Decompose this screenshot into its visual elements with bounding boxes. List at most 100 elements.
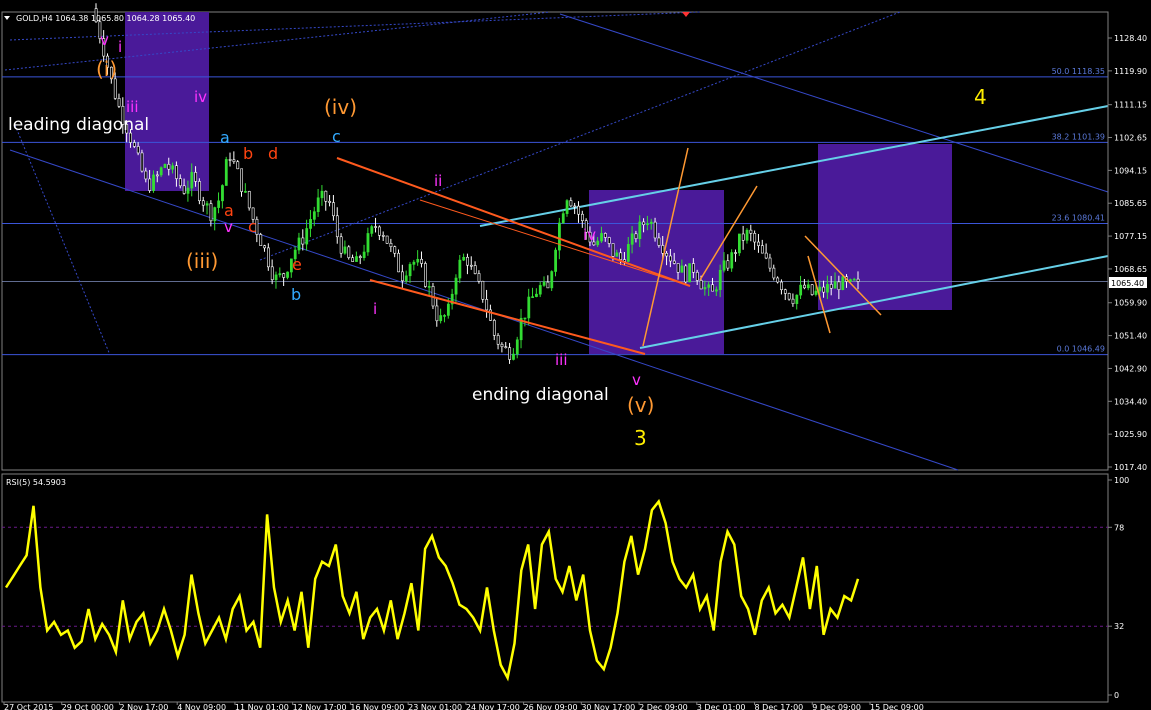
rsi-tick-label: 0 <box>1114 691 1119 700</box>
time-tick-label: 11 Nov 01:00 <box>235 703 289 710</box>
candle-body <box>768 257 772 269</box>
candle-body <box>837 281 841 290</box>
candle-body <box>221 185 224 202</box>
candle-body <box>741 233 745 241</box>
candle-body <box>638 221 642 239</box>
wave-label: d <box>268 144 278 163</box>
rsi-header: RSI(5) 54.5903 <box>6 478 66 487</box>
candle-body <box>699 280 703 290</box>
candle-body <box>416 258 420 263</box>
candle-body <box>278 273 282 276</box>
time-tick-label: 2 Nov 17:00 <box>119 703 168 710</box>
candle-body <box>224 159 228 186</box>
candle-body <box>657 237 661 246</box>
wave-label: (iv) <box>324 95 357 119</box>
candle-body <box>328 201 332 203</box>
candle-body <box>760 245 764 254</box>
fib-level-label: 38.2 1101.39 <box>1052 132 1105 141</box>
candle-body <box>381 235 385 237</box>
candle-body <box>569 200 573 207</box>
wave-label: c <box>248 217 257 236</box>
candle-body <box>496 335 500 345</box>
wave-label: 4 <box>974 85 987 109</box>
candle-body <box>198 181 201 202</box>
candle-body <box>573 205 577 208</box>
candle-body <box>753 233 757 243</box>
price-tick-label: 1025.90 <box>1114 430 1147 439</box>
price-tick-label: 1068.65 <box>1114 265 1147 274</box>
time-tick-label: 26 Nov 09:00 <box>524 703 578 710</box>
candle-body <box>734 252 737 254</box>
candle-body <box>822 286 826 293</box>
price-tick-label: 1042.90 <box>1114 364 1147 373</box>
candle-body <box>267 247 270 268</box>
candle-body <box>312 211 316 220</box>
candle-body <box>385 235 389 244</box>
candle-body <box>209 203 213 222</box>
candle-body <box>454 277 458 295</box>
candle-body <box>680 265 684 273</box>
candle-body <box>240 168 244 192</box>
last-price-label: 1065.40 <box>1111 279 1144 288</box>
candle-body <box>148 178 152 191</box>
candle-body <box>649 221 653 224</box>
wave-label: leading diagonal <box>8 115 149 135</box>
time-tick-label: 9 Dec 09:00 <box>812 703 861 710</box>
candle-body <box>852 278 856 281</box>
candle-body <box>481 280 485 300</box>
candle-body <box>339 236 343 254</box>
candle-body <box>236 161 240 170</box>
candle-body <box>672 260 676 264</box>
candle-body <box>263 245 266 249</box>
candle-body <box>305 228 309 245</box>
candle-body <box>178 178 182 187</box>
candle-body <box>730 252 734 269</box>
wave-label: v <box>224 218 233 236</box>
candle-body <box>565 200 569 214</box>
candle-body <box>397 252 401 273</box>
time-tick-label: 12 Nov 17:00 <box>293 703 347 710</box>
candle-body <box>550 271 554 289</box>
candle-body <box>140 152 144 172</box>
symbol-header: GOLD,H4 1064.38 1065.80 1064.28 1065.40 <box>16 14 195 23</box>
rsi-tick-label: 100 <box>1114 476 1129 485</box>
time-tick-label: 16 Nov 09:00 <box>350 703 404 710</box>
candle-body <box>826 284 829 293</box>
candle-body <box>676 263 680 273</box>
wave-label: (v) <box>627 393 654 417</box>
candle-body <box>335 215 339 238</box>
fib-level-label: 23.6 1080.41 <box>1052 213 1105 222</box>
time-tick-label: 24 Nov 17:00 <box>466 703 520 710</box>
candle-body <box>745 229 749 241</box>
candle-body <box>244 191 247 193</box>
candle-body <box>492 320 496 336</box>
time-tick-label: 4 Nov 09:00 <box>177 703 226 710</box>
candle-body <box>343 246 347 254</box>
wave-label: a <box>220 128 230 147</box>
candle-body <box>378 226 381 236</box>
fib-level-label: 0.0 1046.49 <box>1057 345 1105 354</box>
candle-body <box>370 226 374 234</box>
candle-body <box>577 205 580 215</box>
candle-body <box>546 281 550 289</box>
candle-body <box>718 269 722 290</box>
wave-label: c <box>332 127 341 146</box>
price-tick-label: 1085.65 <box>1114 199 1147 208</box>
price-tick-label: 1059.90 <box>1114 299 1147 308</box>
candle-body <box>355 256 358 262</box>
candle-body <box>535 293 538 297</box>
wave-label: ending diagonal <box>472 385 609 405</box>
wave-label: iii <box>555 351 568 369</box>
wave-label: b <box>291 285 301 304</box>
candle-body <box>653 221 657 239</box>
candle-body <box>469 264 473 267</box>
candle-body <box>270 266 274 281</box>
candle-body <box>538 285 542 295</box>
candle-body <box>232 159 236 162</box>
candle-body <box>427 286 431 288</box>
candle-body <box>600 233 603 242</box>
candle-body <box>301 237 305 245</box>
candle-body <box>542 281 546 286</box>
candle-body <box>737 233 741 254</box>
candle-body <box>259 234 263 246</box>
